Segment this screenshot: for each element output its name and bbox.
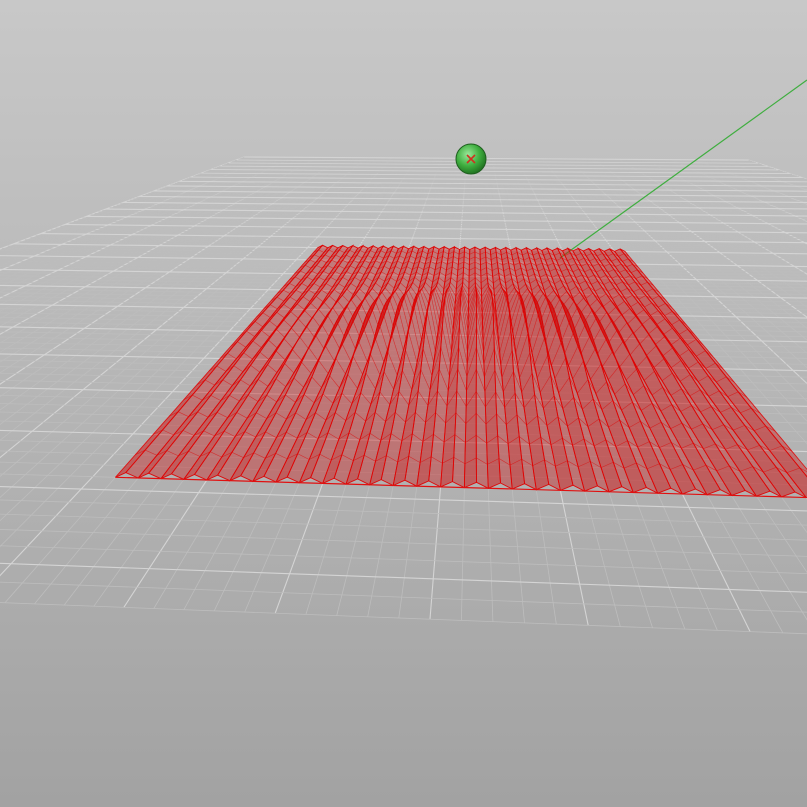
attractor-point[interactable] <box>455 143 487 175</box>
3d-viewport[interactable] <box>0 0 807 807</box>
